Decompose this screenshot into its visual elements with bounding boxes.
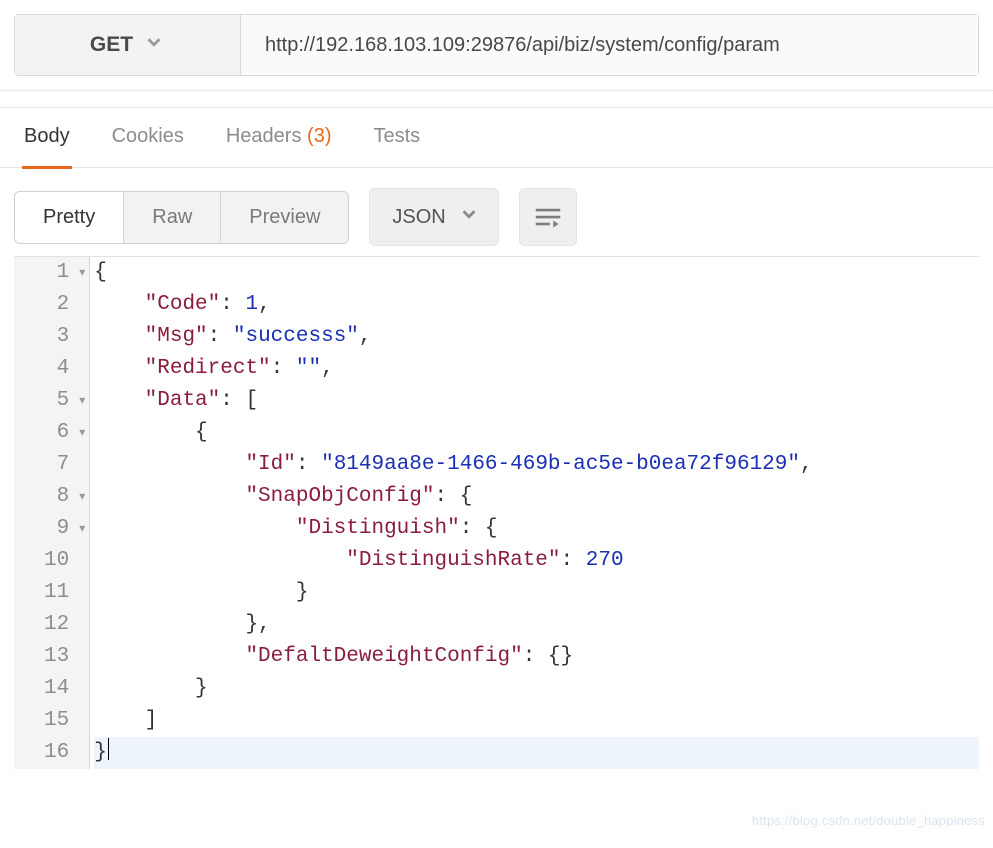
fold-toggle-icon[interactable]: ▾ [73, 417, 85, 449]
fold-toggle-icon[interactable]: ▾ [73, 257, 85, 289]
line-number: 9▾ [44, 513, 85, 545]
line-number-gutter: 1▾2345▾6▾78▾9▾10111213141516 [14, 257, 90, 769]
code-line[interactable]: { [94, 417, 979, 449]
fold-toggle-icon[interactable]: ▾ [73, 481, 85, 513]
line-number: 11 [44, 577, 85, 609]
wrap-icon [534, 205, 562, 229]
line-number: 4 [44, 353, 85, 385]
chevron-down-icon [143, 31, 165, 59]
line-number: 1▾ [44, 257, 85, 289]
view-pretty-button[interactable]: Pretty [15, 192, 124, 243]
body-language-select[interactable]: JSON [369, 188, 498, 246]
tab-headers[interactable]: Headers (3) [226, 125, 332, 168]
tab-cookies[interactable]: Cookies [112, 125, 184, 168]
code-line[interactable]: ] [94, 705, 979, 737]
chevron-down-icon [458, 203, 480, 231]
text-cursor [108, 738, 110, 760]
line-number: 2 [44, 289, 85, 321]
code-line[interactable]: } [94, 577, 979, 609]
code-content[interactable]: { "Code": 1, "Msg": "successs", "Redirec… [90, 257, 979, 769]
response-tabs: Body Cookies Headers (3) Tests [0, 108, 993, 168]
watermark-text: https://blog.csdn.net/double_happiness [752, 813, 985, 828]
tab-body[interactable]: Body [24, 125, 70, 168]
tab-cookies-label: Cookies [112, 125, 184, 147]
body-view-toolbar: Pretty Raw Preview JSON [0, 168, 993, 256]
line-number: 8▾ [44, 481, 85, 513]
section-divider [0, 90, 993, 108]
http-method-select[interactable]: GET [15, 15, 241, 75]
line-number: 13 [44, 641, 85, 673]
line-number: 5▾ [44, 385, 85, 417]
line-number: 14 [44, 673, 85, 705]
line-number: 15 [44, 705, 85, 737]
code-line[interactable]: "DefaltDeweightConfig": {} [94, 641, 979, 673]
request-bar: GET [14, 14, 979, 76]
fold-toggle-icon[interactable]: ▾ [73, 513, 85, 545]
view-preview-button[interactable]: Preview [221, 192, 348, 243]
http-method-label: GET [90, 33, 133, 57]
code-line[interactable]: }, [94, 609, 979, 641]
line-number: 6▾ [44, 417, 85, 449]
tab-body-label: Body [24, 125, 70, 147]
code-line[interactable]: "Code": 1, [94, 289, 979, 321]
tab-tests-label: Tests [373, 125, 420, 147]
wrap-lines-button[interactable] [519, 188, 577, 246]
code-line[interactable]: "Msg": "successs", [94, 321, 979, 353]
tab-headers-label: Headers [226, 125, 302, 147]
url-input[interactable] [241, 15, 978, 75]
line-number: 7 [44, 449, 85, 481]
fold-toggle-icon[interactable]: ▾ [73, 385, 85, 417]
code-line[interactable]: } [94, 737, 979, 769]
response-body-editor[interactable]: 1▾2345▾6▾78▾9▾10111213141516 { "Code": 1… [14, 256, 979, 769]
code-line[interactable]: "Redirect": "", [94, 353, 979, 385]
code-line[interactable]: } [94, 673, 979, 705]
code-line[interactable]: "SnapObjConfig": { [94, 481, 979, 513]
tab-headers-count: (3) [307, 125, 331, 147]
code-line[interactable]: { [94, 257, 979, 289]
line-number: 3 [44, 321, 85, 353]
body-language-label: JSON [392, 206, 445, 229]
tab-tests[interactable]: Tests [373, 125, 420, 168]
code-line[interactable]: "Distinguish": { [94, 513, 979, 545]
line-number: 12 [44, 609, 85, 641]
code-line[interactable]: "Id": "8149aa8e-1466-469b-ac5e-b0ea72f96… [94, 449, 979, 481]
code-line[interactable]: "DistinguishRate": 270 [94, 545, 979, 577]
line-number: 10 [44, 545, 85, 577]
line-number: 16 [44, 737, 85, 769]
body-view-mode: Pretty Raw Preview [14, 191, 349, 244]
view-raw-button[interactable]: Raw [124, 192, 221, 243]
code-line[interactable]: "Data": [ [94, 385, 979, 417]
